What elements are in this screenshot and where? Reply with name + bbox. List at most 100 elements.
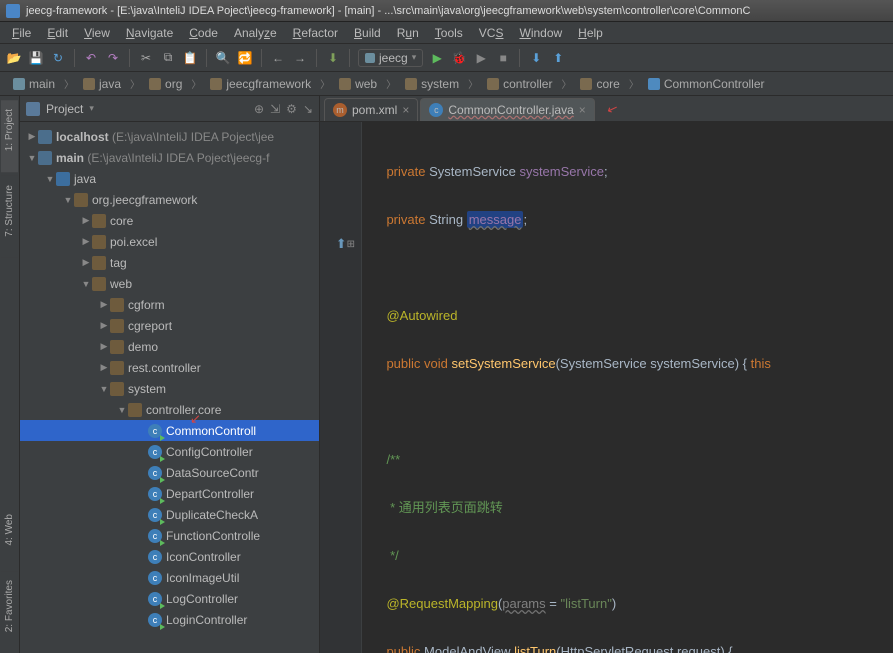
tree-node-demo[interactable]: ▶demo bbox=[20, 336, 319, 357]
run-config-selector[interactable]: jeecg ▾ bbox=[358, 49, 423, 67]
tree-node-java[interactable]: ▼java bbox=[20, 168, 319, 189]
settings-icon[interactable]: ⚙ bbox=[286, 102, 297, 116]
crumb-main[interactable]: main bbox=[6, 74, 62, 94]
refresh-icon[interactable]: ↻ bbox=[50, 50, 66, 66]
editor-tab-pom[interactable]: mpom.xml× bbox=[324, 98, 418, 121]
class-icon bbox=[148, 466, 162, 480]
tree-node-class[interactable]: LogController bbox=[20, 588, 319, 609]
tree-node-class[interactable]: LoginController bbox=[20, 609, 319, 630]
crumb-controller[interactable]: controller bbox=[480, 74, 559, 94]
tree-node-system[interactable]: ▼system bbox=[20, 378, 319, 399]
back-icon[interactable]: ← bbox=[270, 50, 286, 66]
redo-icon[interactable]: ↷ bbox=[105, 50, 121, 66]
gutter[interactable]: ⬆⊞ bbox=[320, 122, 362, 653]
menu-view[interactable]: View bbox=[76, 24, 118, 42]
tree-node-class[interactable]: IconImageUtil bbox=[20, 567, 319, 588]
close-icon[interactable]: × bbox=[579, 103, 586, 117]
save-all-icon[interactable]: 💾 bbox=[28, 50, 44, 66]
menu-vcs[interactable]: VCS bbox=[471, 24, 512, 42]
crumb-class[interactable]: CommonController bbox=[641, 74, 772, 94]
menu-help[interactable]: Help bbox=[570, 24, 611, 42]
tree-node-class[interactable]: DepartController bbox=[20, 483, 319, 504]
fold-icon[interactable]: ⊞ bbox=[347, 239, 355, 250]
tree-node-core[interactable]: ▶core bbox=[20, 210, 319, 231]
crumb-java[interactable]: java bbox=[76, 74, 128, 94]
code-editor[interactable]: ⬆⊞ private SystemService systemService; … bbox=[320, 122, 893, 653]
menu-navigate[interactable]: Navigate bbox=[118, 24, 181, 42]
replace-icon[interactable]: 🔁 bbox=[237, 50, 253, 66]
hide-icon[interactable]: ↘ bbox=[303, 102, 313, 116]
sidetab-project[interactable]: 1: Project bbox=[1, 100, 18, 172]
tree-node-rest[interactable]: ▶rest.controller bbox=[20, 357, 319, 378]
build-icon[interactable]: ⬇ bbox=[325, 50, 341, 66]
tree-node-class[interactable]: FunctionControlle bbox=[20, 525, 319, 546]
tree-node-web[interactable]: ▼web bbox=[20, 273, 319, 294]
tree-node-tag[interactable]: ▶tag bbox=[20, 252, 319, 273]
project-tree[interactable]: ▶localhost (E:\java\InteliJ IDEA Poject\… bbox=[20, 122, 319, 653]
sidetab-web[interactable]: 4: Web bbox=[1, 505, 18, 567]
chevron-down-icon[interactable]: ▾ bbox=[89, 103, 94, 114]
coverage-icon[interactable]: ▶ bbox=[473, 50, 489, 66]
tree-node-class[interactable]: DuplicateCheckA bbox=[20, 504, 319, 525]
tree-node-class[interactable]: IconController bbox=[20, 546, 319, 567]
cut-icon[interactable]: ✂ bbox=[138, 50, 154, 66]
debug-icon[interactable]: 🐞 bbox=[451, 50, 467, 66]
override-icon[interactable]: ⬆ bbox=[336, 236, 347, 252]
menu-code[interactable]: Code bbox=[181, 24, 226, 42]
project-view-selector[interactable]: Project bbox=[46, 102, 83, 116]
tree-node-cgreport[interactable]: ▶cgreport bbox=[20, 315, 319, 336]
undo-icon[interactable]: ↶ bbox=[83, 50, 99, 66]
vcs-commit-icon[interactable]: ⬆ bbox=[550, 50, 566, 66]
class-icon bbox=[648, 78, 660, 90]
copy-icon[interactable]: ⧉ bbox=[160, 50, 176, 66]
menu-tools[interactable]: Tools bbox=[427, 24, 471, 42]
sidetab-structure[interactable]: 7: Structure bbox=[1, 176, 18, 258]
code-content[interactable]: private SystemService systemService; pri… bbox=[362, 122, 893, 653]
menu-build[interactable]: Build bbox=[346, 24, 389, 42]
package-icon bbox=[110, 319, 124, 333]
src-folder-icon bbox=[56, 172, 70, 186]
tree-node-main[interactable]: ▼main (E:\java\InteliJ IDEA Poject\jeecg… bbox=[20, 147, 319, 168]
find-icon[interactable]: 🔍 bbox=[215, 50, 231, 66]
annotation-arrow-icon: ↙ bbox=[604, 100, 620, 119]
navigation-bar[interactable]: main〉 java〉 org〉 jeecgframework〉 web〉 sy… bbox=[0, 72, 893, 96]
paste-icon[interactable]: 📋 bbox=[182, 50, 198, 66]
crumb-system[interactable]: system bbox=[398, 74, 466, 94]
tree-node-pkg[interactable]: ▼org.jeecgframework bbox=[20, 189, 319, 210]
crumb-jeecgframework[interactable]: jeecgframework bbox=[203, 74, 318, 94]
class-icon bbox=[148, 550, 162, 564]
forward-icon[interactable]: → bbox=[292, 50, 308, 66]
tree-node-class-common[interactable]: CommonControll bbox=[20, 420, 319, 441]
menu-run[interactable]: Run bbox=[389, 24, 427, 42]
editor-area: mpom.xml× cCommonController.java× ↙ ⬆⊞ p… bbox=[320, 96, 893, 653]
collapse-icon[interactable]: ⇲ bbox=[270, 102, 280, 116]
tree-node-controller-core[interactable]: ▼controller.core↙ bbox=[20, 399, 319, 420]
package-icon bbox=[92, 277, 106, 291]
stop-icon[interactable]: ■ bbox=[495, 50, 511, 66]
folder-icon bbox=[149, 78, 161, 90]
editor-tab-commoncontroller[interactable]: cCommonController.java× bbox=[420, 98, 594, 121]
menu-file[interactable]: File bbox=[4, 24, 39, 42]
menu-refactor[interactable]: Refactor bbox=[285, 24, 346, 42]
locate-icon[interactable]: ⊕ bbox=[254, 102, 264, 116]
menu-window[interactable]: Window bbox=[511, 24, 570, 42]
main-menubar[interactable]: File Edit View Navigate Code Analyze Ref… bbox=[0, 22, 893, 44]
run-icon[interactable]: ▶ bbox=[429, 50, 445, 66]
tree-node-localhost[interactable]: ▶localhost (E:\java\InteliJ IDEA Poject\… bbox=[20, 126, 319, 147]
crumb-web[interactable]: web bbox=[332, 74, 384, 94]
tree-node-poi[interactable]: ▶poi.excel bbox=[20, 231, 319, 252]
menu-analyze[interactable]: Analyze bbox=[226, 24, 285, 42]
sidetab-favorites[interactable]: 2: Favorites bbox=[1, 571, 18, 653]
close-icon[interactable]: × bbox=[402, 103, 409, 117]
tree-node-class[interactable]: ConfigController bbox=[20, 441, 319, 462]
tree-node-class[interactable]: DataSourceContr bbox=[20, 462, 319, 483]
menu-edit[interactable]: Edit bbox=[39, 24, 76, 42]
vcs-update-icon[interactable]: ⬇ bbox=[528, 50, 544, 66]
tree-node-cgform[interactable]: ▶cgform bbox=[20, 294, 319, 315]
crumb-org[interactable]: org bbox=[142, 74, 189, 94]
class-icon bbox=[148, 445, 162, 459]
open-icon[interactable]: 📂 bbox=[6, 50, 22, 66]
package-icon bbox=[128, 403, 142, 417]
module-icon bbox=[38, 151, 52, 165]
crumb-core[interactable]: core bbox=[573, 74, 626, 94]
